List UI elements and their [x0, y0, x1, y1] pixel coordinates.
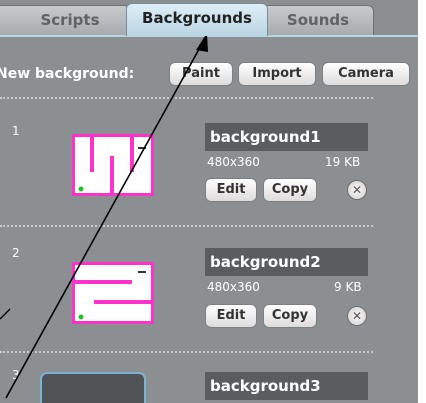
- background1-dimensions: 480x360: [207, 155, 260, 169]
- maze-thumbnail-icon: [72, 262, 154, 324]
- tab-backgrounds[interactable]: Backgrounds: [126, 3, 268, 36]
- background2-edit-button[interactable]: Edit: [205, 304, 257, 328]
- tab-sounds-label: Sounds: [286, 11, 350, 29]
- background3-name-field[interactable]: background3: [205, 372, 368, 400]
- background1-edit-button[interactable]: Edit: [205, 178, 257, 202]
- tab-sounds[interactable]: Sounds: [262, 5, 374, 35]
- import-button[interactable]: Import: [238, 62, 316, 86]
- paint-button[interactable]: Paint: [169, 62, 233, 86]
- background1-delete-icon[interactable]: ✕: [347, 180, 367, 200]
- tab-scripts[interactable]: Scripts: [0, 5, 130, 35]
- tab-bar: Scripts Sounds Backgrounds: [0, 0, 418, 36]
- background-index: 3: [12, 368, 20, 382]
- divider: [0, 225, 373, 227]
- background1-filesize: 19 KB: [325, 155, 361, 169]
- background2-thumbnail[interactable]: [72, 262, 154, 324]
- background2-filesize: 9 KB: [334, 280, 362, 294]
- background-index: 1: [12, 124, 20, 138]
- camera-button[interactable]: Camera: [322, 62, 410, 86]
- right-margin: [418, 0, 426, 403]
- background2-name-field[interactable]: background2: [205, 248, 368, 276]
- divider: [0, 351, 373, 353]
- background1-copy-button[interactable]: Copy: [263, 178, 317, 202]
- new-background-label: New background:: [0, 66, 135, 82]
- maze-thumbnail-icon: [72, 134, 154, 196]
- backgrounds-panel: Scripts Sounds Backgrounds New backgroun…: [0, 0, 418, 403]
- background3-thumbnail[interactable]: [40, 372, 146, 403]
- background1-name-field[interactable]: background1: [205, 123, 368, 151]
- divider: [0, 97, 373, 99]
- tab-scripts-label: Scripts: [40, 11, 100, 29]
- background1-thumbnail[interactable]: [72, 134, 154, 196]
- background2-dimensions: 480x360: [207, 280, 260, 294]
- background-index: 2: [12, 246, 20, 260]
- background2-delete-icon[interactable]: ✕: [347, 306, 367, 326]
- tab-backgrounds-label: Backgrounds: [142, 9, 252, 27]
- background2-copy-button[interactable]: Copy: [263, 304, 317, 328]
